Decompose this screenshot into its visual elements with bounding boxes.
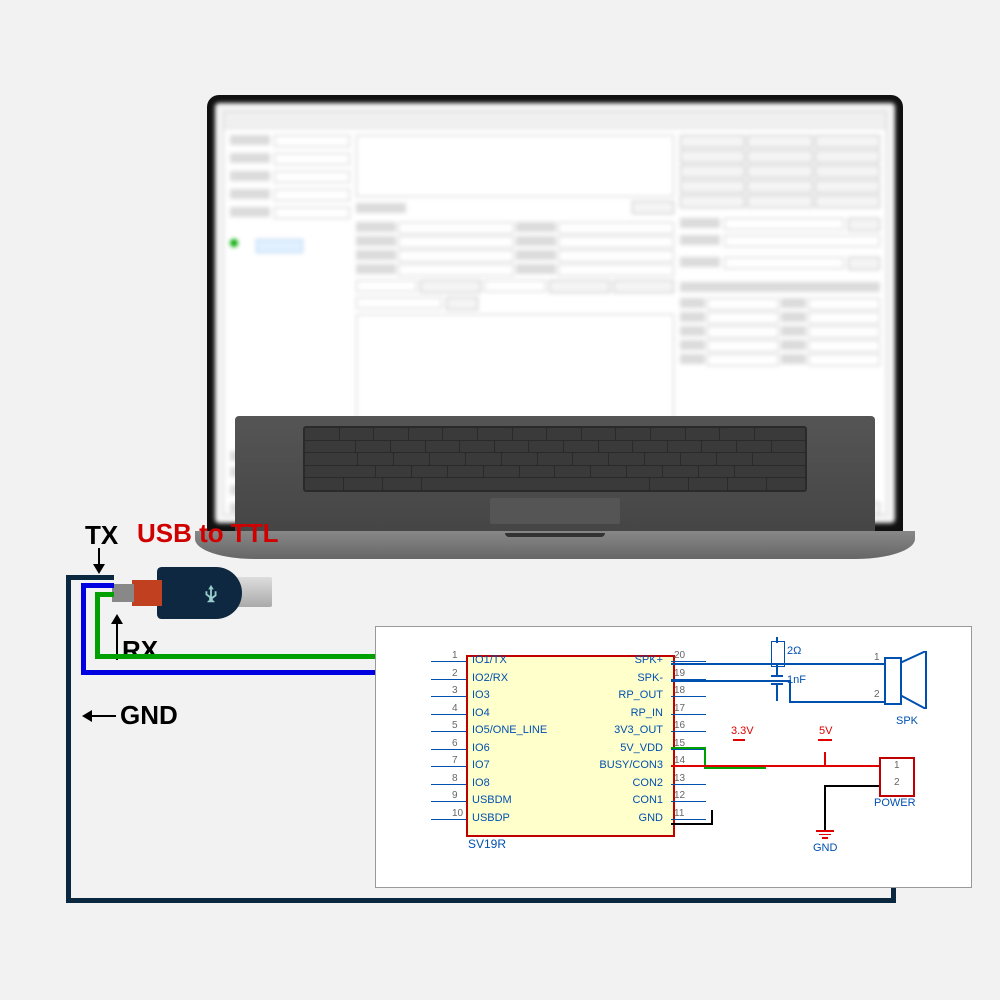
gnd-symbol (816, 830, 834, 839)
laptop (195, 95, 915, 559)
laptop-base (195, 531, 915, 559)
chip-name-label: SV19R (468, 837, 506, 851)
schematic-diagram: SV19R 1IO1/TX2IO2/RX3IO34IO45IO5/ONE_LIN… (375, 626, 972, 888)
laptop-keyboard (235, 416, 875, 541)
usb-to-ttl-label: USB to TTL (137, 518, 279, 549)
tx-label: TX (85, 520, 118, 551)
gnd-label: GND (120, 700, 178, 731)
usb-icon (200, 583, 222, 605)
usb-ttl-adapter (112, 555, 272, 630)
gnd-wire (66, 575, 114, 580)
rx-label: RX (122, 635, 158, 666)
